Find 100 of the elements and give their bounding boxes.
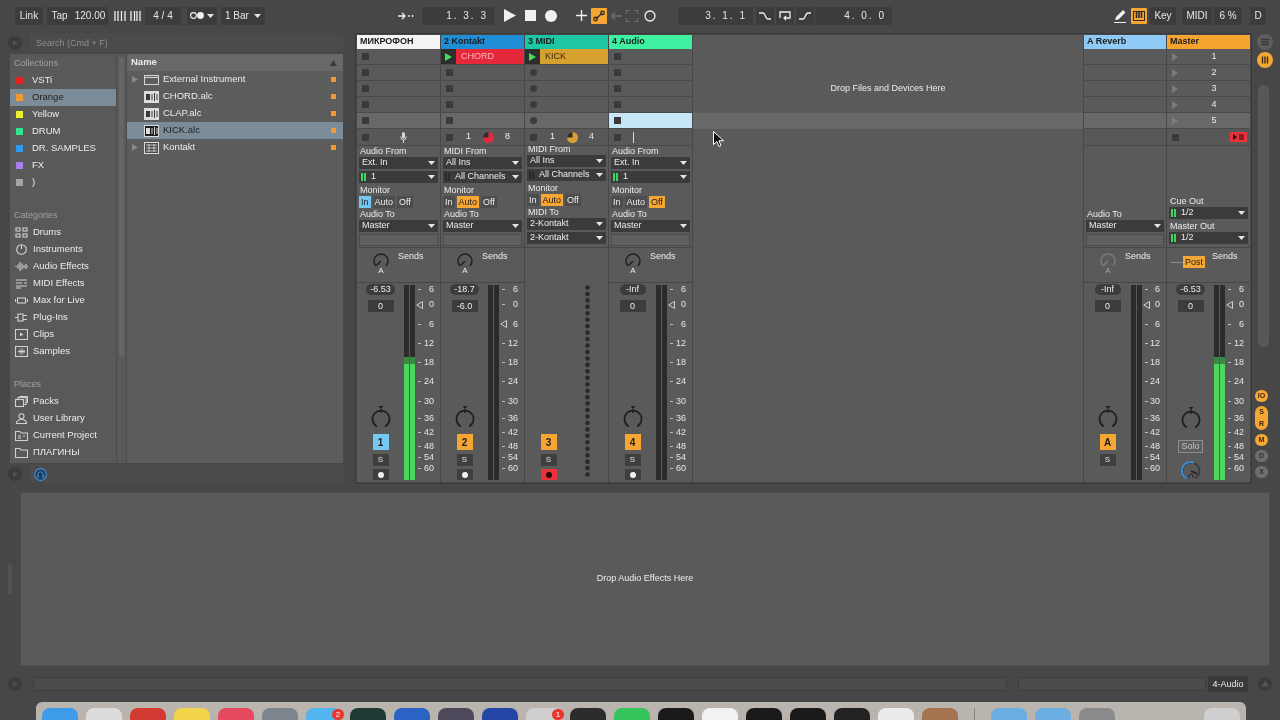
file-row[interactable]: Kontakt (127, 139, 343, 156)
app-icon[interactable] (438, 708, 474, 720)
quantization-dropdown[interactable]: 1 Bar (221, 6, 265, 25)
routing-dropdown[interactable]: Ext. In (611, 157, 690, 169)
corners-icon[interactable] (626, 9, 638, 22)
clip-slot[interactable] (609, 65, 692, 81)
app-icon[interactable] (746, 708, 782, 720)
triangle-pointer-icon[interactable] (668, 300, 675, 309)
clip-slot[interactable] (1084, 97, 1166, 113)
browser-item[interactable]: Clips (10, 326, 116, 343)
routing-dropdown[interactable]: All Ins (527, 155, 606, 167)
triangle-pointer-icon[interactable] (1226, 300, 1233, 309)
square-icon[interactable] (530, 133, 537, 141)
track-activator-button[interactable]: 2 (456, 434, 473, 450)
browser-item[interactable]: Plug-Ins (10, 309, 116, 326)
knob-icon[interactable] (1096, 406, 1119, 428)
square-icon[interactable] (362, 133, 369, 141)
square-icon[interactable] (614, 53, 621, 60)
empty-field[interactable] (1086, 234, 1164, 246)
monitor-option[interactable]: Off (649, 196, 665, 208)
collection-item[interactable]: DR. SAMPLES (10, 140, 116, 157)
circle-icon[interactable] (530, 117, 537, 124)
square-icon[interactable] (446, 85, 453, 92)
app-icon[interactable] (482, 708, 518, 720)
channel-dropdown[interactable]: All Channels (443, 171, 522, 183)
routing-dropdown[interactable]: Ext. In (359, 157, 438, 169)
square-icon[interactable] (362, 101, 369, 108)
monitor-option[interactable]: Off (481, 196, 497, 208)
app-icon[interactable]: 1 (526, 708, 562, 720)
track-activator-button[interactable]: 1 (372, 434, 389, 450)
bars-circle-icon[interactable] (1256, 52, 1273, 68)
browser-item[interactable]: Samples (10, 343, 116, 360)
song-position-field[interactable]: 1. 3. 3 (422, 6, 494, 25)
circle-icon[interactable] (530, 101, 537, 108)
arm-button[interactable] (372, 469, 389, 480)
monitor-option[interactable]: Auto (456, 196, 480, 208)
clip-slot[interactable] (609, 49, 692, 65)
file-row[interactable]: CLAP.alc (127, 105, 343, 122)
track-activator-button[interactable]: 4 (624, 434, 641, 450)
triangle-pointer-icon[interactable] (416, 300, 423, 309)
channel-dropdown[interactable]: 1/2 (1169, 207, 1248, 219)
browser-item[interactable]: MIDI Effects (10, 275, 116, 292)
empty-field[interactable] (443, 234, 522, 246)
microphone-icon[interactable] (400, 131, 407, 143)
tap-button[interactable]: Tap (47, 6, 72, 25)
square-icon[interactable] (446, 117, 453, 124)
link-button[interactable]: Link (15, 6, 43, 25)
scene-launch-row[interactable]: 4 (1167, 97, 1250, 113)
square-icon[interactable] (362, 85, 369, 92)
loop-start-field[interactable]: 3. 1. 1 (678, 6, 753, 25)
square-icon[interactable] (1172, 133, 1179, 141)
clip-slot[interactable] (357, 49, 440, 65)
square-icon[interactable] (614, 117, 621, 124)
clip-slot[interactable] (357, 81, 440, 97)
app-icon[interactable] (570, 708, 606, 720)
volume-field[interactable]: 0 (367, 300, 394, 312)
track-header[interactable]: 3 MIDI (525, 35, 608, 49)
clip-slot[interactable] (441, 81, 524, 97)
monitor-option[interactable]: In (359, 196, 371, 208)
play-icon[interactable] (504, 9, 516, 22)
square-icon[interactable] (446, 101, 453, 108)
routing-dropdown[interactable]: 2-Kontakt (527, 218, 606, 230)
track-header[interactable]: 4 Audio (609, 35, 692, 49)
knob-icon[interactable] (455, 252, 475, 267)
browser-item[interactable]: Drums (10, 224, 116, 241)
file-row[interactable]: KICK.alc (127, 122, 343, 139)
knob-icon[interactable] (1179, 458, 1202, 480)
routing-dropdown[interactable]: Master (1086, 220, 1164, 232)
collection-item[interactable]: ) (10, 174, 116, 191)
channel-dropdown[interactable]: 1 (359, 171, 438, 183)
monitor-option[interactable]: In (443, 196, 455, 208)
clip-slot[interactable] (357, 113, 440, 129)
knob-icon[interactable] (453, 406, 476, 428)
clip-slot[interactable] (357, 65, 440, 81)
square-icon[interactable] (614, 101, 621, 108)
file-row[interactable]: CHORD.alc (127, 88, 343, 105)
scene-launch-row[interactable]: 2 (1167, 65, 1250, 81)
triangle-pointer-icon[interactable] (500, 320, 507, 329)
square-icon[interactable] (614, 133, 621, 141)
node-link-icon[interactable] (591, 7, 607, 24)
square-icon[interactable] (446, 133, 453, 141)
empty-field[interactable] (611, 234, 690, 246)
monitor-option[interactable]: Auto (624, 196, 648, 208)
file-row[interactable]: External Instrument (127, 71, 343, 88)
monitor-option[interactable]: Auto (540, 194, 564, 206)
routing-dropdown[interactable]: Master (611, 220, 690, 232)
play-icon[interactable] (445, 52, 452, 61)
collection-item[interactable]: VSTi (10, 72, 116, 89)
browser-item[interactable]: ПЛАГИНЫ (10, 444, 116, 461)
scene-launch-row[interactable]: 5 (1167, 113, 1250, 129)
record-icon[interactable] (545, 9, 557, 22)
channel-dropdown[interactable]: 1/2 (1169, 232, 1248, 244)
browser-item[interactable]: Max for Live (10, 292, 116, 309)
plus-icon[interactable] (576, 10, 587, 21)
post-button[interactable]: Post (1183, 256, 1205, 268)
track-header[interactable]: 2 Kontakt (441, 35, 524, 49)
pencil-icon[interactable] (1113, 8, 1127, 23)
square-icon[interactable] (362, 117, 369, 124)
routing-dropdown[interactable]: All Ins (443, 157, 522, 169)
expand-arrow-icon[interactable] (132, 144, 138, 151)
